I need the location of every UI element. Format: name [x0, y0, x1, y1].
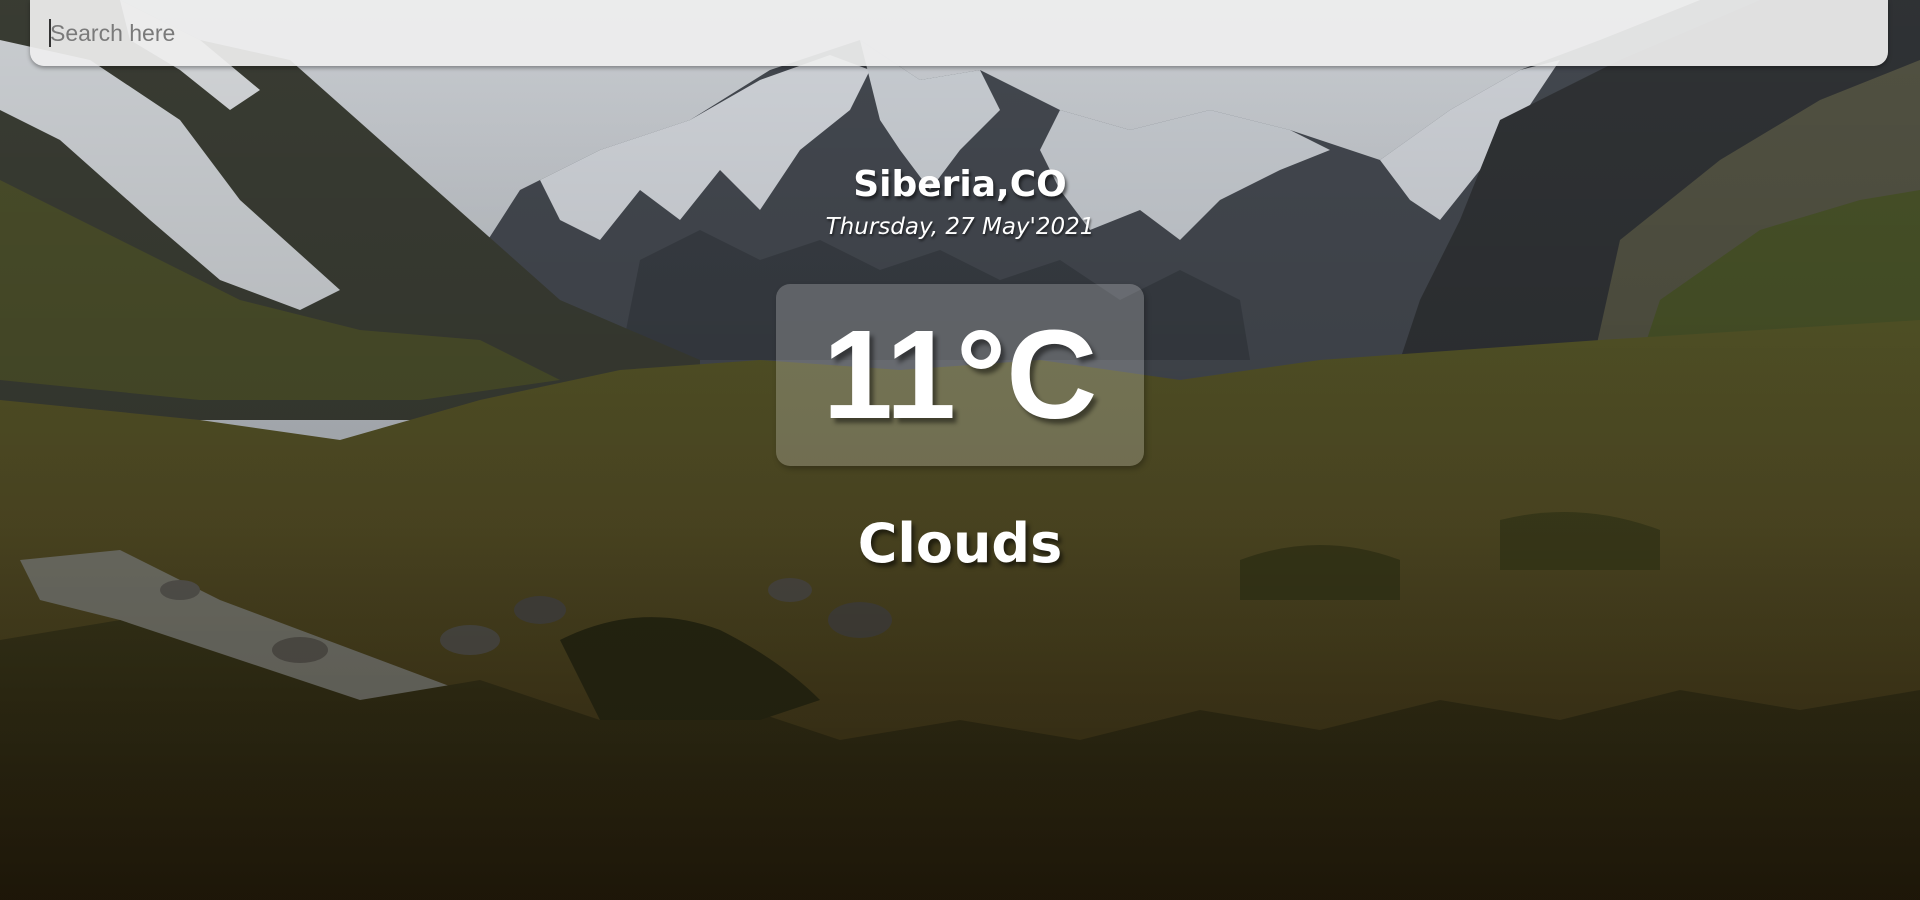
location-title: Siberia,CO: [853, 164, 1067, 205]
temperature-value: 11°C: [822, 304, 1098, 445]
weather-app: Siberia,CO Thursday, 27 May'2021 11°C Cl…: [0, 0, 1920, 900]
search-bar[interactable]: [30, 0, 1888, 66]
date-label: Thursday, 27 May'2021: [825, 214, 1095, 240]
search-input[interactable]: [48, 16, 1870, 50]
temperature-card: 11°C: [776, 284, 1144, 466]
text-cursor: [49, 19, 51, 47]
weather-condition: Clouds: [857, 512, 1063, 575]
